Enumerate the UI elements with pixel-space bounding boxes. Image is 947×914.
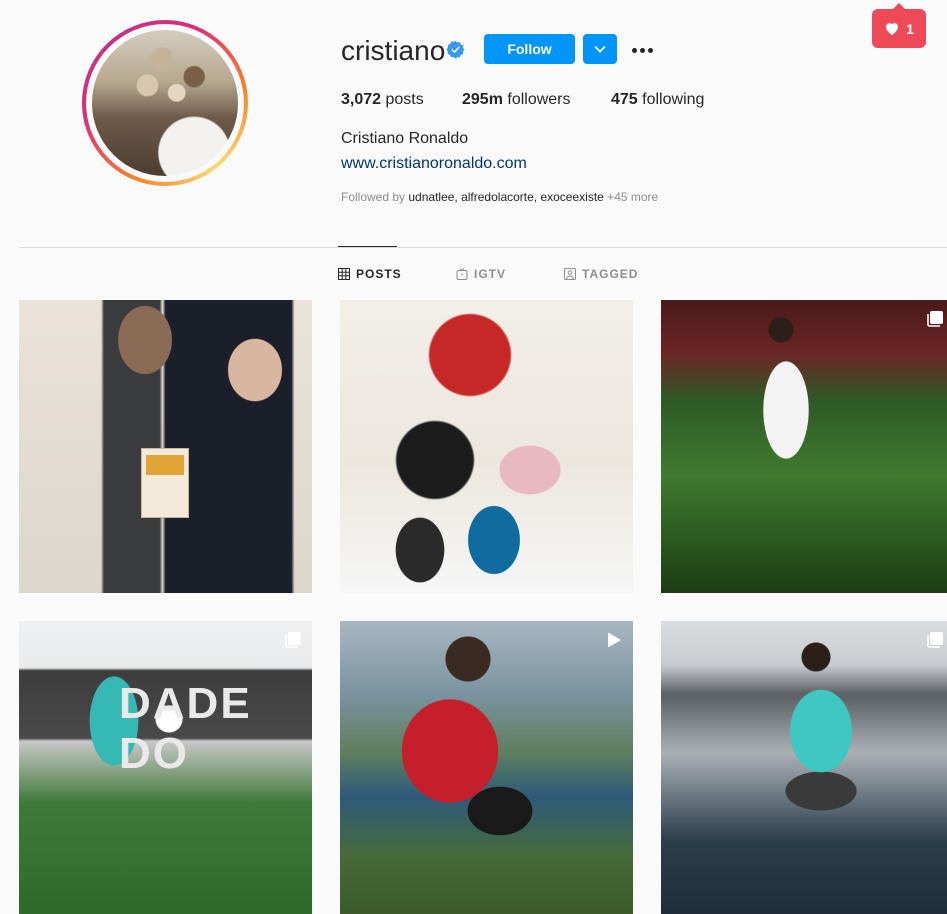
heart-icon (886, 23, 899, 36)
posts-count-label: posts (385, 91, 424, 108)
verified-badge-icon (446, 40, 465, 59)
following-count[interactable]: 475 following (611, 90, 704, 110)
tab-tagged-label: TAGGED (582, 267, 639, 281)
post-thumbnail[interactable] (340, 621, 633, 914)
post-thumbnail[interactable] (661, 300, 947, 593)
activity-notification-badge[interactable]: 1 (872, 3, 926, 48)
following-count-value: 475 (611, 91, 638, 108)
followed-by-more: +45 more (607, 190, 659, 204)
followers-count-value: 295m (462, 91, 503, 108)
post-thumbnail[interactable] (340, 300, 633, 593)
dot-icon (639, 47, 645, 53)
tab-posts-label: POSTS (356, 267, 402, 281)
wall-sign-text: DADE DO (119, 679, 252, 778)
profile-avatar[interactable] (82, 20, 248, 186)
post-thumbnail[interactable] (661, 621, 947, 914)
suggested-accounts-dropdown-button[interactable] (583, 34, 617, 64)
chevron-down-icon (594, 45, 606, 53)
video-icon (608, 632, 621, 648)
grid-icon (338, 268, 350, 280)
profile-website-link[interactable]: www.cristianoronaldo.com (341, 155, 527, 173)
followed-by-prefix: Followed by (341, 190, 406, 204)
carousel-icon (285, 632, 301, 648)
dot-icon (647, 47, 653, 53)
dot-icon (631, 47, 637, 53)
tab-tagged[interactable]: TAGGED (564, 267, 638, 281)
igtv-icon (456, 268, 468, 280)
tab-igtv[interactable]: IGTV (456, 267, 506, 281)
posts-count: 3,072 posts (341, 90, 424, 110)
following-count-label: following (642, 91, 705, 108)
post-thumbnail[interactable] (19, 300, 312, 593)
followers-count-label: followers (507, 91, 571, 108)
tabs-divider (19, 247, 947, 248)
followed-by-names: udnatlee, alfredolacorte, exoceexiste (408, 190, 604, 204)
tab-igtv-label: IGTV (474, 267, 507, 281)
profile-full-name: Cristiano Ronaldo (341, 130, 469, 147)
active-tab-indicator (338, 246, 397, 247)
carousel-icon (927, 311, 943, 327)
tab-posts[interactable]: POSTS (338, 267, 402, 281)
followed-by-info[interactable]: Followed by udnatlee, alfredolacorte, ex… (341, 190, 658, 204)
avatar-photo (92, 30, 238, 176)
more-options-button[interactable] (630, 40, 654, 60)
tag-icon (564, 268, 576, 280)
post-thumbnail[interactable]: DADE DO (19, 621, 312, 914)
profile-username: cristiano (341, 35, 446, 66)
posts-count-value: 3,072 (341, 91, 382, 108)
followers-count[interactable]: 295m followers (462, 90, 571, 110)
carousel-icon (927, 632, 943, 648)
notification-count: 1 (906, 20, 914, 37)
book-in-photo (141, 448, 189, 518)
follow-button[interactable]: Follow (484, 34, 575, 64)
